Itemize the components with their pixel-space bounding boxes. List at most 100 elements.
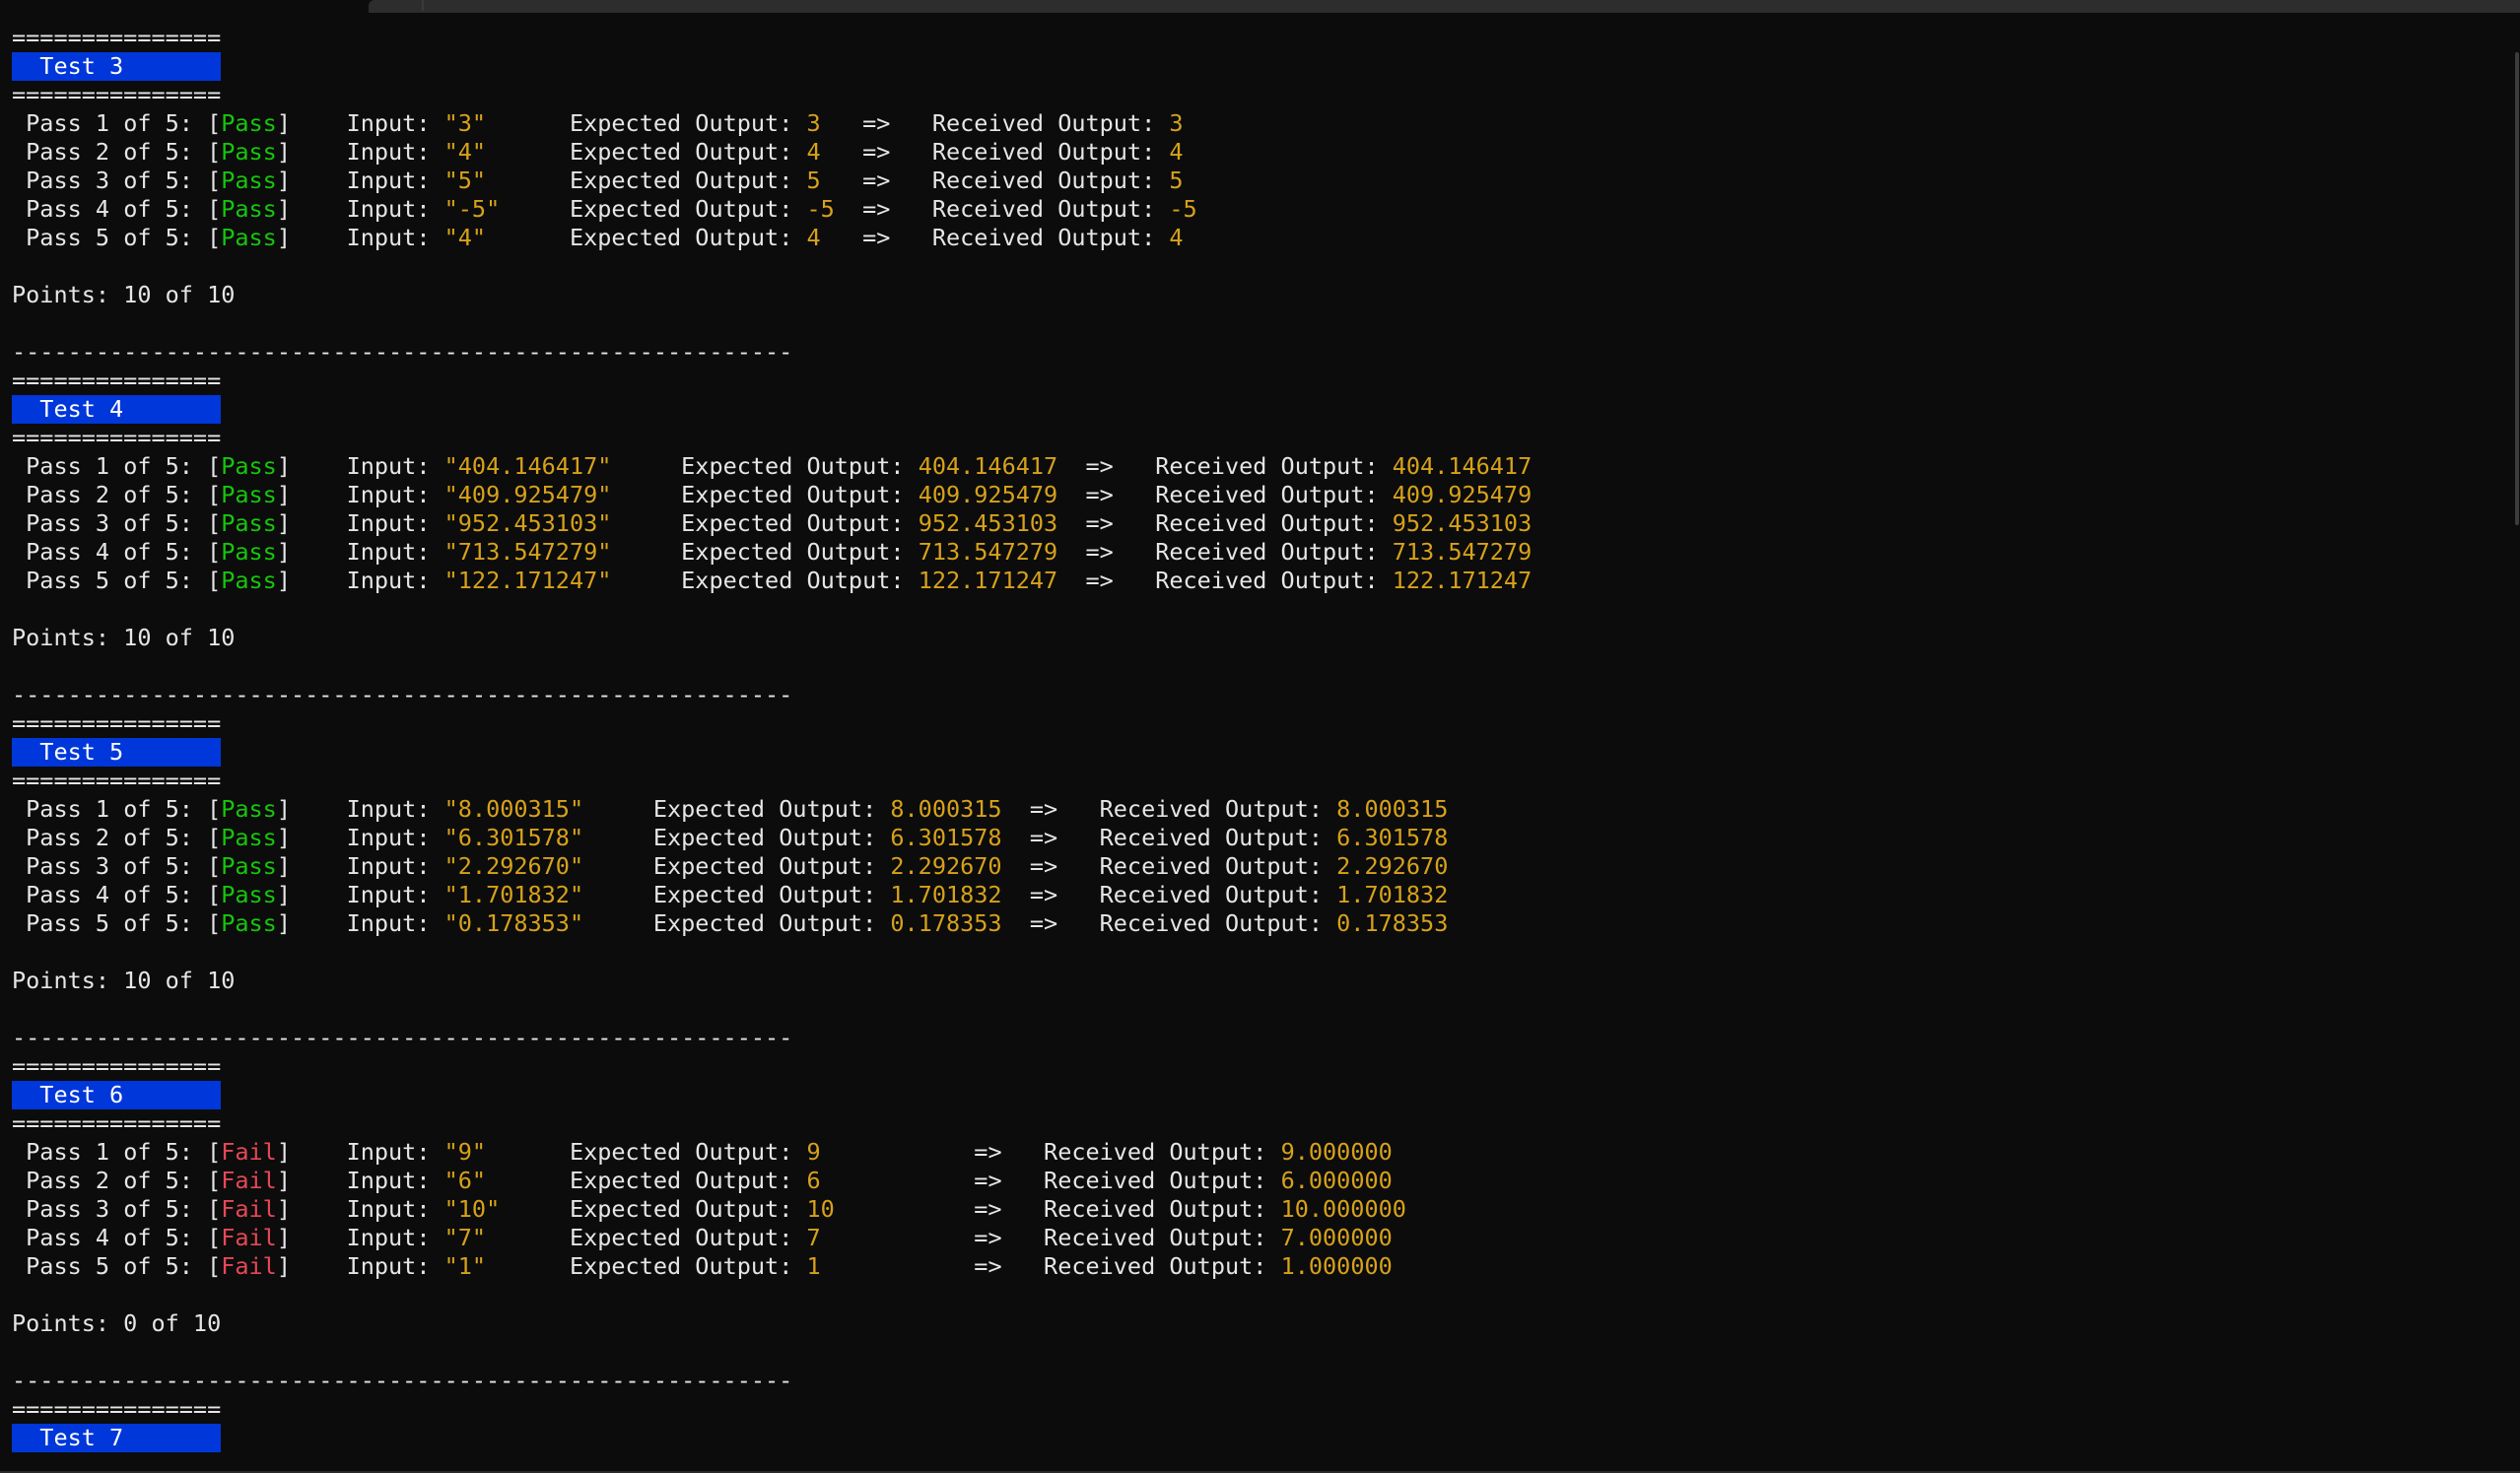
bracket: [ [192,452,222,480]
bracket: [ [192,481,222,508]
input-label: Input: [346,881,431,908]
status-pass: Pass [221,852,277,880]
received-label: Received Output: [1155,481,1379,508]
status-pass: Pass [221,509,277,537]
expected-label: Expected Output: [652,909,877,937]
status-fail: Fail [221,1252,277,1280]
scrollbar-track[interactable] [2512,13,2520,1473]
result-row: Pass 4 of 5: [Pass] Input: "-5" Expected… [12,195,2505,224]
row-indent [12,1252,26,1280]
input-label: Input: [346,167,431,194]
bracket: [ [192,224,222,251]
received-label: Received Output: [931,167,1156,194]
divider-short: =============== [12,24,222,51]
arrow: => [862,195,891,223]
points-text: Points: 0 of 10 [12,1309,222,1337]
scrollbar-thumb[interactable] [2515,52,2519,525]
expected-value: 952.453103 [918,509,1058,537]
result-row: Pass 5 of 5: [Fail] Input: "1" Expected … [12,1252,2505,1281]
expected-label: Expected Output: [569,109,793,137]
received-label: Received Output: [1044,1195,1267,1223]
status-pass: Pass [221,909,277,937]
received-value: 9.000000 [1280,1138,1393,1166]
received-label: Received Output: [1099,881,1323,908]
row-label: Pass 1 of 5: [26,452,193,480]
bracket: ] [276,567,347,594]
arrow: => [974,1138,1002,1166]
points-text: Points: 10 of 10 [12,281,236,308]
expected-label: Expected Output: [652,852,877,880]
row-indent [12,109,26,137]
result-row: Pass 1 of 5: [Pass] Input: "3" Expected … [12,109,2505,138]
bracket: [ [192,909,222,937]
bracket: [ [192,1195,222,1223]
arrow: => [1085,452,1114,480]
row-label: Pass 2 of 5: [26,481,193,508]
result-row: Pass 1 of 5: [Pass] Input: "404.146417" … [12,452,2505,481]
received-value: 404.146417 [1392,452,1532,480]
expected-value: 0.178353 [890,909,1002,937]
expected-value: 713.547279 [918,538,1058,566]
input-value: "1" [443,1252,487,1280]
received-label: Received Output: [1044,1252,1267,1280]
bracket: [ [192,538,222,566]
expected-value: 404.146417 [918,452,1058,480]
result-row: Pass 2 of 5: [Pass] Input: "409.925479" … [12,481,2505,509]
result-row: Pass 5 of 5: [Pass] Input: "0.178353" Ex… [12,909,2505,938]
row-indent [12,509,26,537]
divider-short: =============== [12,709,2505,738]
input-value: "5" [443,167,487,194]
expected-value: 6 [806,1167,821,1194]
input-label: Input: [346,481,431,508]
received-value: 1.701832 [1336,881,1449,908]
active-tab[interactable] [0,0,367,13]
divider-long: ----------------------------------------… [12,681,2505,709]
input-value: "7" [443,1224,487,1251]
row-label: Pass 1 of 5: [26,109,193,137]
expected-value: 122.171247 [918,567,1058,594]
expected-label: Expected Output: [681,538,905,566]
terminal-output[interactable]: =============== Test 3 =============== Pa… [12,24,2505,1470]
expected-value: 4 [806,224,821,251]
tab-strip-background [369,0,2520,13]
input-label: Input: [346,824,431,851]
row-label: Pass 3 of 5: [26,1195,193,1223]
arrow: => [1029,824,1058,851]
test-header: Test 3 [12,52,2505,81]
divider-short: =============== [12,367,2505,395]
input-value: "-5" [443,195,501,223]
divider-long: ----------------------------------------… [12,1367,793,1394]
status-pass: Pass [221,195,277,223]
result-row: Pass 4 of 5: [Fail] Input: "7" Expected … [12,1224,2505,1252]
received-value: 6.000000 [1280,1167,1393,1194]
